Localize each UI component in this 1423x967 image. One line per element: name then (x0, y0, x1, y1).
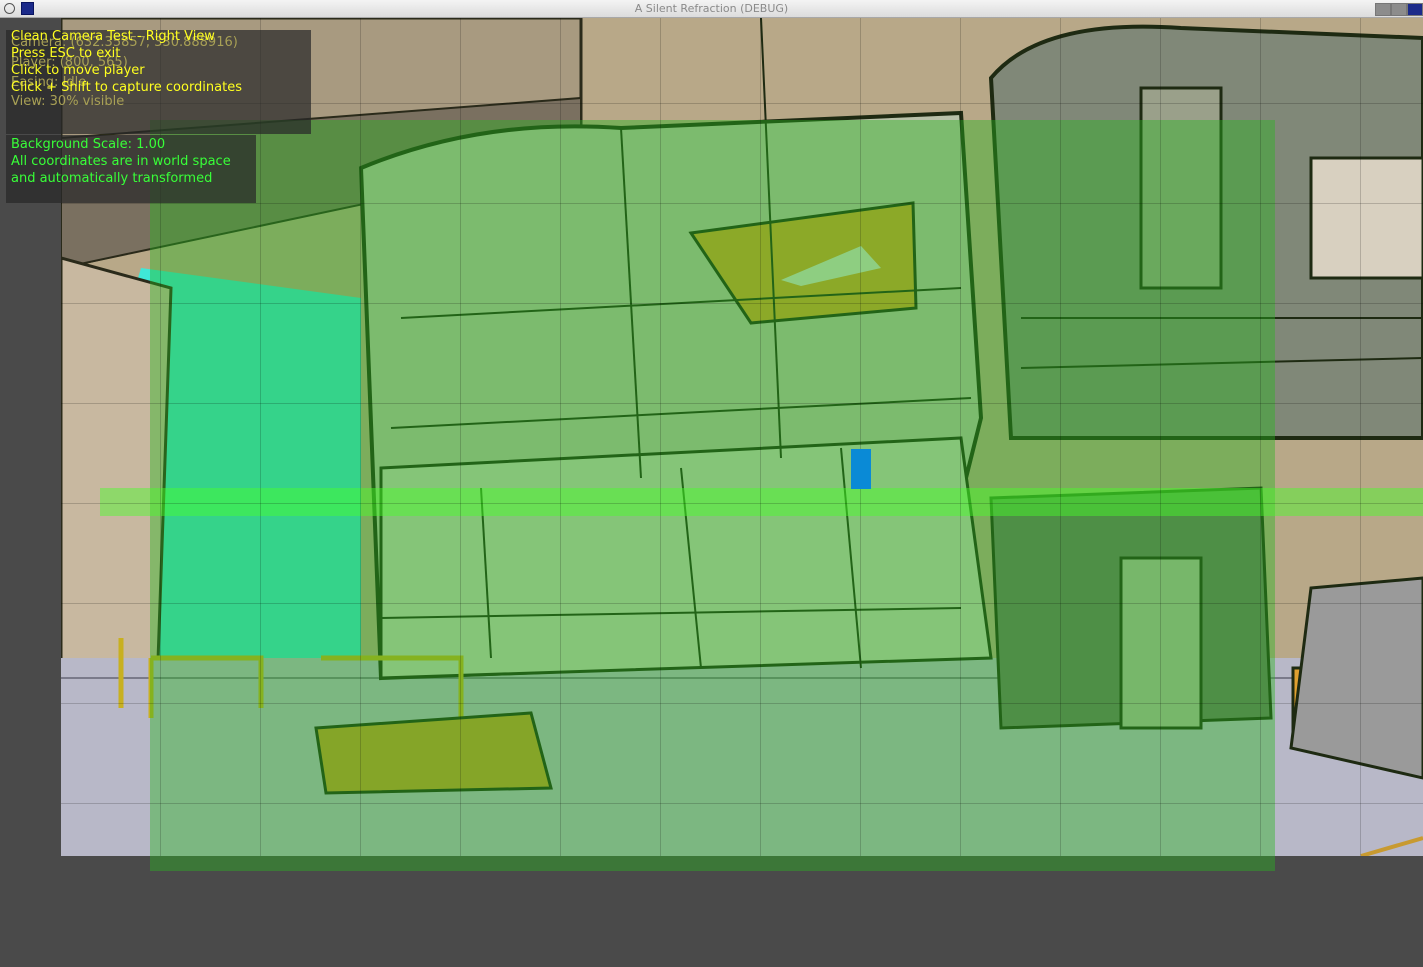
hud-capture-hint: Click + Shift to capture coordinates (11, 80, 242, 95)
window-title: A Silent Refraction (DEBUG) (634, 2, 789, 15)
hud-move-hint: Click to move player (11, 63, 145, 78)
hud-title: Clean Camera Test - Right View (11, 29, 215, 44)
player-sprite[interactable] (851, 449, 871, 489)
close-icon[interactable] (1407, 3, 1423, 16)
minimize-icon[interactable] (1375, 3, 1391, 16)
window-titlebar[interactable]: A Silent Refraction (DEBUG) (0, 0, 1423, 18)
coordinates-note-line2: and automatically transformed (11, 171, 213, 186)
hud-instructions: Camera: (632.35857, 330.888916) Player: … (6, 29, 311, 134)
background-scale-label: Background Scale: 1.00 (11, 137, 166, 152)
hud-info-panel: Background Scale: 1.00 All coordinates a… (6, 135, 256, 203)
maximize-icon[interactable] (1391, 3, 1407, 16)
game-viewport[interactable]: Camera: (632.35857, 330.888916) Player: … (0, 18, 1423, 967)
debug-grid (61, 18, 1423, 856)
coordinates-note-line1: All coordinates are in world space (11, 154, 231, 169)
hud-esc-hint: Press ESC to exit (11, 46, 121, 61)
